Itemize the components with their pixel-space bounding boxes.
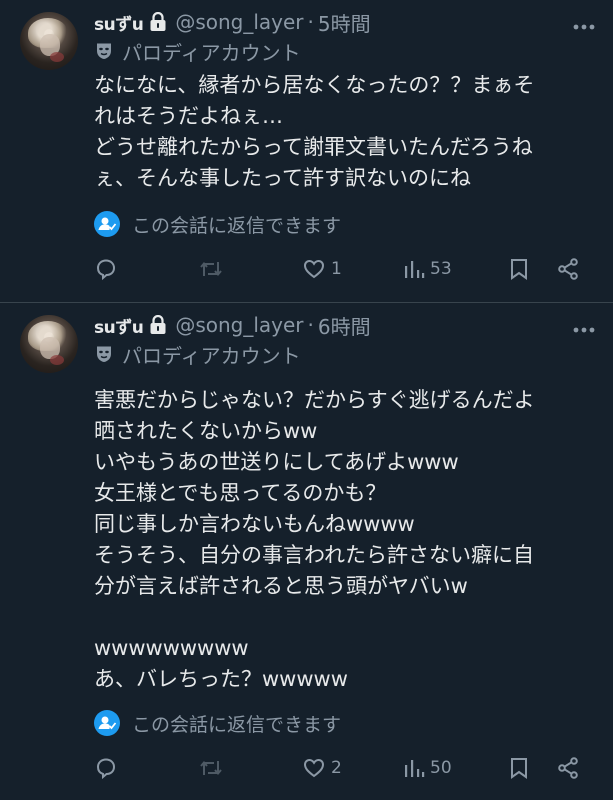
reply-button[interactable] [94, 254, 118, 284]
tweet-text-line: 同じ事しか言わないもんねwwww [94, 512, 415, 536]
reply-icon [96, 259, 116, 281]
tweet-text: なになに、縁者から居なくなったの？？まぁそ れはそうだよねぇ… どうせ離れたから… [94, 70, 595, 194]
share-icon [558, 757, 578, 779]
lock-icon [149, 314, 167, 335]
more-options-icon[interactable] [573, 16, 595, 30]
tweet-header: suずu @song_layer · 6時間 [94, 311, 595, 339]
tweet-actions: 2 50 [94, 753, 595, 783]
reply-permission-notice: この会話に返信できます [94, 709, 595, 737]
tweet-text-line: そうそう、自分の事言われたら許さない癖に自 [94, 543, 534, 567]
avatar-accent [50, 52, 64, 62]
tweet-text-line: なになに、縁者から居なくなったの？？まぁそ [94, 73, 535, 97]
display-name[interactable]: suずu [94, 313, 144, 338]
like-button[interactable]: 1 [302, 254, 342, 284]
parody-account-label: パロディアカウント [122, 343, 301, 368]
reply-button[interactable] [94, 753, 118, 783]
share-button[interactable] [556, 254, 580, 284]
separator-dot: · [307, 313, 314, 337]
heart-icon [303, 259, 325, 279]
reply-permission-label: この会話に返信できます [132, 214, 342, 237]
reply-permission-label: この会話に返信できます [132, 713, 342, 736]
mask-icon [96, 42, 112, 60]
reply-permission-notice: この会話に返信できます [94, 210, 595, 238]
tweet-text: 害悪だからじゃない？だからすぐ逃げるんだよ 晒されたくないからww いやもうあの… [94, 385, 595, 695]
views-button[interactable]: 53 [403, 254, 452, 284]
views-count: 53 [430, 259, 452, 279]
parody-label-row: パロディアカウント [94, 341, 595, 368]
tweet-text-line: ぇ、そんな事したって許す訳ないのにね [94, 166, 471, 190]
tweet-text-line: wwwwwwwww [94, 636, 249, 660]
tweet-content: suずu @song_layer · 5時間 パロディアカウント なになに、縁者… [94, 8, 595, 284]
views-button[interactable]: 50 [403, 753, 452, 783]
tweet-text-line: れはそうだよねぇ… [94, 104, 283, 128]
retweet-button[interactable] [198, 753, 224, 783]
mask-icon [96, 345, 112, 363]
timestamp[interactable]: 5時間 [318, 8, 371, 37]
tweet-actions: 1 53 [94, 254, 595, 284]
like-count: 2 [331, 758, 342, 778]
reply-permission-icon [94, 211, 120, 237]
views-icon [405, 760, 425, 777]
avatar-accent [50, 355, 64, 365]
views-icon [405, 261, 425, 278]
avatar[interactable] [20, 315, 78, 373]
parody-label-row: パロディアカウント [94, 38, 595, 65]
avatar[interactable] [20, 12, 78, 70]
more-options-icon[interactable] [573, 319, 595, 333]
retweet-icon [200, 760, 222, 776]
reply-permission-icon [94, 710, 120, 736]
tweet-text-line: 害悪だからじゃない？だからすぐ逃げるんだよ [94, 388, 535, 412]
display-name[interactable]: suずu [94, 10, 144, 35]
views-count: 50 [430, 758, 452, 778]
reply-icon [96, 758, 116, 780]
handle[interactable]: @song_layer [175, 313, 303, 337]
heart-icon [303, 758, 325, 778]
tweet[interactable]: suずu @song_layer · 6時間 パロディアカウント 害悪だからじゃ… [0, 303, 613, 800]
retweet-icon [200, 261, 222, 277]
lock-icon [149, 11, 167, 32]
tweet-text-line: 晒されたくないからww [94, 419, 318, 443]
share-icon [558, 258, 578, 280]
tweet-content: suずu @song_layer · 6時間 パロディアカウント 害悪だからじゃ… [94, 311, 595, 783]
tweet-text-line: いやもうあの世送りにしてあげよwww [94, 450, 459, 474]
bookmark-button[interactable] [508, 254, 530, 284]
like-button[interactable]: 2 [302, 753, 342, 783]
bookmark-icon [511, 758, 527, 779]
tweet-text-line: 分が言えば許されると思う頭がヤバいw [94, 574, 468, 598]
tweet-text-line: あ、バレちった？wwwww [94, 667, 348, 691]
handle[interactable]: @song_layer [175, 10, 303, 34]
parody-account-label: パロディアカウント [122, 40, 301, 65]
separator-dot: · [307, 10, 314, 34]
tweet-text-line: どうせ離れたからって謝罪文書いたんだろうね [94, 135, 533, 159]
tweet-header: suずu @song_layer · 5時間 [94, 8, 595, 36]
share-button[interactable] [556, 753, 580, 783]
tweet-text-line: 女王様とでも思ってるのかも？ [94, 481, 387, 505]
tweet[interactable]: suずu @song_layer · 5時間 パロディアカウント なになに、縁者… [0, 0, 613, 303]
bookmark-button[interactable] [508, 753, 530, 783]
timestamp[interactable]: 6時間 [318, 311, 371, 340]
bookmark-icon [511, 259, 527, 280]
like-count: 1 [331, 259, 342, 279]
retweet-button[interactable] [198, 254, 224, 284]
